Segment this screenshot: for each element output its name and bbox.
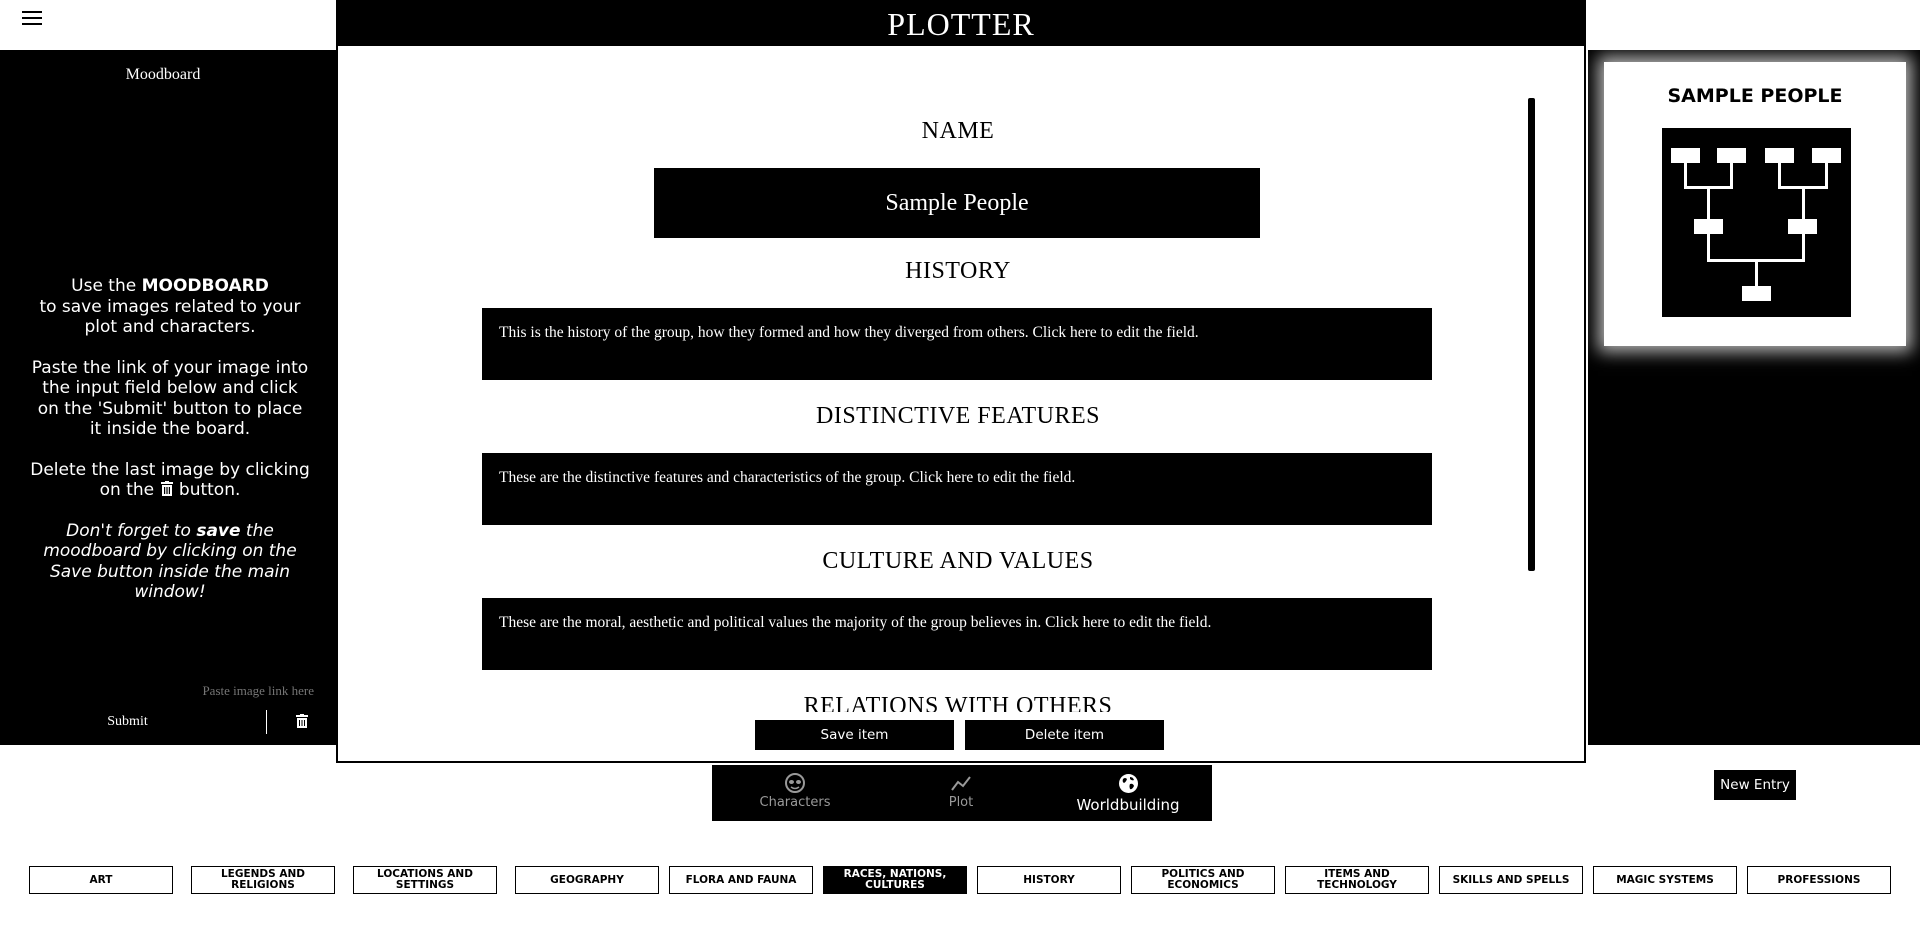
family-tree-icon [1671,148,1841,301]
mask-icon [785,773,805,793]
name-label: NAME [921,118,995,144]
image-link-input[interactable] [20,680,316,702]
delete-image-button[interactable] [292,712,312,732]
category-art[interactable]: ART [29,866,173,894]
scrollbar[interactable] [1528,98,1535,571]
instruction-moodboard: Use the MOODBOARD to save images related… [39,276,301,337]
name-field[interactable]: Sample People [654,168,1260,238]
preview-panel: SAMPLE PEOPLE [1588,50,1920,745]
distinctive-features-field[interactable]: These are the distinctive features and c… [482,453,1432,525]
trash-icon [160,481,173,496]
category-legends-religions[interactable]: LEGENDS AND RELIGIONS [191,866,335,894]
category-skills-spells[interactable]: SKILLS AND SPELLS [1439,866,1583,894]
new-entry-button[interactable]: New Entry [1714,770,1796,800]
save-item-button[interactable]: Save item [755,720,954,750]
nav-worldbuilding[interactable]: Worldbuilding [1044,765,1212,821]
moodboard-panel: Moodboard Use the MOODBOARD to save imag… [0,50,336,745]
divider [266,710,267,734]
culture-values-field[interactable]: These are the moral, aesthetic and polit… [482,598,1432,670]
globe-icon [1118,774,1138,793]
relations-label: RELATIONS WITH OTHERS [803,693,1113,712]
category-professions[interactable]: PROFESSIONS [1747,866,1891,894]
entry-form: NAME Sample People HISTORY This is the h… [338,46,1584,712]
submit-button[interactable]: Submit [20,710,235,734]
culture-values-label: CULTURE AND VALUES [822,548,1094,574]
category-history[interactable]: HISTORY [977,866,1121,894]
chart-line-icon [951,776,971,791]
nav-plot[interactable]: Plot [878,765,1044,821]
moodboard-title: Moodboard [125,66,201,83]
instruction-save: Don't forget to save the moodboard by cl… [43,520,297,603]
preview-title: SAMPLE PEOPLE [1667,85,1843,107]
category-races-nations-cultures[interactable]: RACES, NATIONS, CULTURES [823,866,967,894]
nav-characters[interactable]: Characters [712,765,878,821]
history-label: HISTORY [905,258,1011,284]
category-flora-fauna[interactable]: FLORA AND FAUNA [669,866,813,894]
bottom-nav: Characters Plot Worldbuilding [712,765,1212,821]
distinctive-features-label: DISTINCTIVE FEATURES [816,403,1100,429]
instruction-delete: Delete the last image by clicking on the… [30,459,310,501]
preview-card[interactable]: SAMPLE PEOPLE [1604,62,1906,346]
delete-item-button[interactable]: Delete item [965,720,1164,750]
moodboard-instructions: Use the MOODBOARD to save images related… [30,276,310,623]
category-items-technology[interactable]: ITEMS AND TECHNOLOGY [1285,866,1429,894]
category-politics-economics[interactable]: POLITICS AND ECONOMICS [1131,866,1275,894]
category-magic-systems[interactable]: MAGIC SYSTEMS [1593,866,1737,894]
main-window: PLOTTER NAME Sample People HISTORY This … [336,0,1586,763]
category-locations-settings[interactable]: LOCATIONS AND SETTINGS [353,866,497,894]
category-geography[interactable]: GEOGRAPHY [515,866,659,894]
family-tree-image [1662,128,1851,317]
hamburger-menu-icon[interactable] [22,11,42,27]
app-title: PLOTTER [338,2,1584,46]
trash-icon [296,713,308,728]
category-bar: ART LEGENDS AND RELIGIONS LOCATIONS AND … [0,866,1920,896]
instruction-paste: Paste the link of your image into the in… [31,357,309,440]
history-field[interactable]: This is the history of the group, how th… [482,308,1432,380]
